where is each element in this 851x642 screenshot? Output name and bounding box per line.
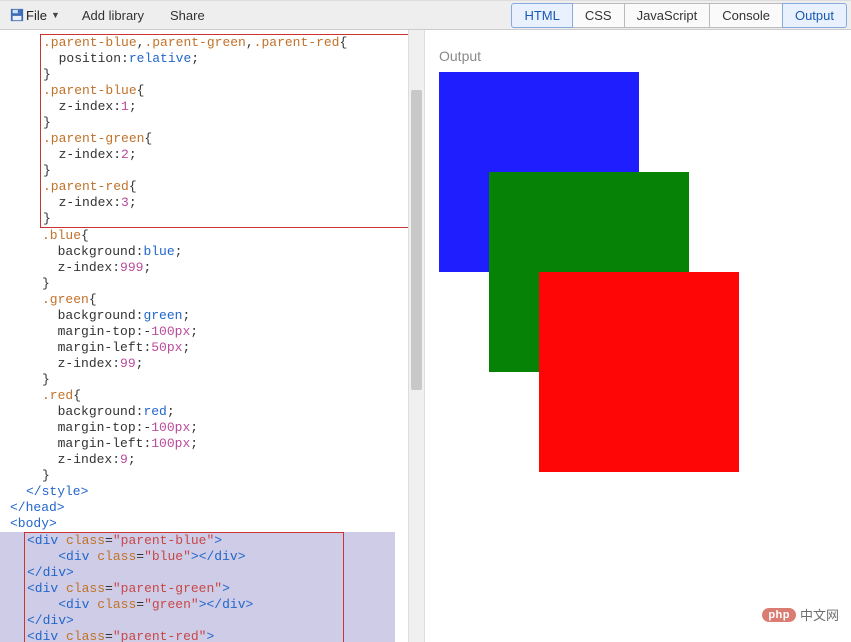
code-line: .parent-red{	[43, 179, 412, 195]
code-line: }	[43, 115, 412, 131]
code-line: </div>	[27, 565, 343, 581]
code-line: z-index:1;	[43, 99, 412, 115]
code-line: position:relative;	[43, 51, 412, 67]
code-line: margin-top:-100px;	[42, 324, 424, 340]
tab-console[interactable]: Console	[709, 3, 783, 28]
tab-output[interactable]: Output	[782, 3, 847, 28]
code-line: <div class="parent-red">	[27, 629, 343, 642]
code-line: <div class="parent-blue">	[27, 533, 343, 549]
code-line: <div class="parent-green">	[27, 581, 343, 597]
output-heading: Output	[425, 30, 851, 72]
chevron-down-icon: ▼	[51, 10, 60, 20]
code-line: </div>	[27, 613, 343, 629]
tab-css[interactable]: CSS	[572, 3, 625, 28]
editor-scrollbar[interactable]	[408, 30, 424, 642]
code-line: </head>	[10, 500, 424, 516]
share-button[interactable]: Share	[160, 5, 215, 26]
code-editor-pane[interactable]: .parent-blue,.parent-green,.parent-red{ …	[0, 30, 425, 642]
file-menu-label: File	[26, 8, 47, 23]
code-line: margin-left:50px;	[42, 340, 424, 356]
tab-javascript[interactable]: JavaScript	[624, 3, 711, 28]
code-line: background:red;	[42, 404, 424, 420]
tab-html[interactable]: HTML	[511, 3, 572, 28]
code-line: .parent-blue,.parent-green,.parent-red{	[43, 35, 412, 51]
html-highlight-box: <div class="parent-blue"> <div class="bl…	[24, 532, 344, 642]
code-line: .parent-blue{	[43, 83, 412, 99]
code-line: z-index:3;	[43, 195, 412, 211]
code-line: }	[43, 211, 412, 227]
main-split: .parent-blue,.parent-green,.parent-red{ …	[0, 30, 851, 642]
red-square	[539, 272, 739, 472]
add-library-button[interactable]: Add library	[72, 5, 154, 26]
toolbar: File ▼ Add library Share HTML CSS JavaSc…	[0, 0, 851, 30]
code-line: background:blue;	[42, 244, 424, 260]
watermark-badge: php	[762, 608, 796, 622]
code-content: .parent-blue,.parent-green,.parent-red{ …	[0, 34, 424, 642]
code-line: }	[42, 372, 424, 388]
code-line: <body>	[10, 516, 424, 532]
code-line: }	[42, 276, 424, 292]
code-line: </style>	[26, 484, 424, 500]
css-highlight-box-1: .parent-blue,.parent-green,.parent-red{ …	[40, 34, 413, 228]
code-line: <div class="green"></div>	[27, 597, 343, 613]
code-line: <div class="blue"></div>	[27, 549, 343, 565]
code-line: margin-left:100px;	[42, 436, 424, 452]
code-line: }	[43, 163, 412, 179]
watermark-text: 中文网	[800, 605, 839, 624]
code-line: z-index:9;	[42, 452, 424, 468]
view-tabs: HTML CSS JavaScript Console Output	[511, 3, 847, 28]
code-line: z-index:999;	[42, 260, 424, 276]
code-line: }	[42, 468, 424, 484]
code-line: }	[43, 67, 412, 83]
file-menu-button[interactable]: File ▼	[4, 5, 66, 26]
output-canvas	[425, 72, 851, 472]
code-line: .blue{	[42, 228, 424, 244]
watermark: php 中文网	[762, 605, 839, 624]
code-line: margin-top:-100px;	[42, 420, 424, 436]
code-line: background:green;	[42, 308, 424, 324]
code-line: .green{	[42, 292, 424, 308]
code-line: .red{	[42, 388, 424, 404]
body-selection-highlight: <div class="parent-blue"> <div class="bl…	[0, 532, 395, 642]
output-pane: Output php 中文网	[425, 30, 851, 642]
editor-scrollbar-thumb[interactable]	[411, 90, 422, 390]
toolbar-left-group: File ▼ Add library Share	[4, 5, 215, 26]
code-line: z-index:2;	[43, 147, 412, 163]
code-line: z-index:99;	[42, 356, 424, 372]
disk-icon	[10, 8, 24, 22]
code-line: .parent-green{	[43, 131, 412, 147]
